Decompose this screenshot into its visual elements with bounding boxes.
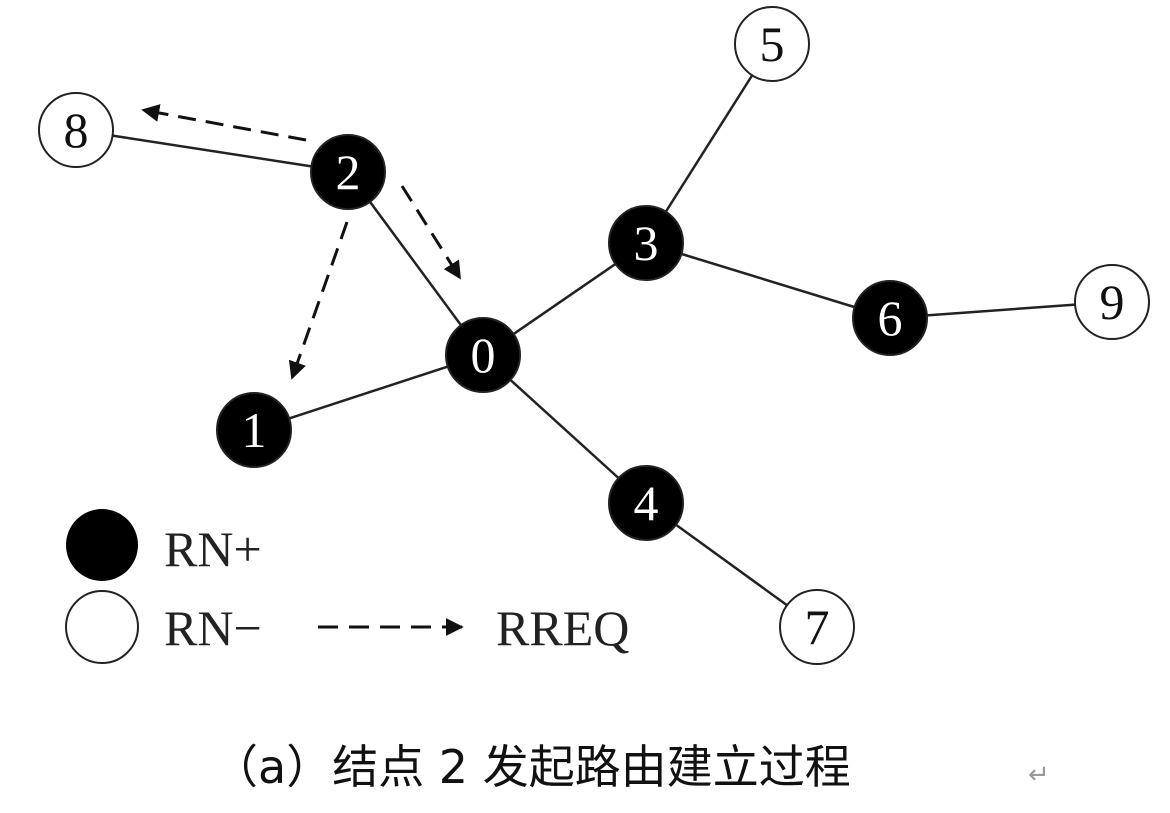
edge-8-2 <box>112 134 312 168</box>
node-3-label: 3 <box>634 215 659 271</box>
node-3: 3 <box>608 205 684 281</box>
node-7: 7 <box>779 589 855 665</box>
node-0-label: 0 <box>471 327 496 383</box>
node-4: 4 <box>608 465 684 541</box>
rreq-arrow-2-to-1 <box>288 221 349 380</box>
edge-2-0 <box>368 201 463 326</box>
node-6-label: 6 <box>878 290 903 346</box>
rreq-arrow-2-to-8 <box>141 104 307 142</box>
node-7-label: 7 <box>805 599 830 655</box>
legend-empty-label: RN− <box>164 600 262 656</box>
legend-filled-label: RN+ <box>164 521 262 577</box>
rreq-arrow-2-to-0 <box>400 185 462 280</box>
node-8-label: 8 <box>64 102 89 158</box>
edge-0-3 <box>512 262 617 336</box>
node-2: 2 <box>310 134 386 210</box>
legend-rreq-label: RREQ <box>496 600 629 656</box>
node-4-label: 4 <box>634 475 659 531</box>
node-0: 0 <box>445 317 521 393</box>
legend: RN+ RN− RREQ <box>65 509 629 664</box>
node-9: 9 <box>1074 264 1150 340</box>
rreq-messages-layer <box>141 104 462 380</box>
paragraph-return-mark: ↵ <box>1028 760 1050 790</box>
edge-1-0 <box>288 365 449 420</box>
edge-6-9 <box>926 303 1076 317</box>
edge-3-6 <box>680 252 856 309</box>
node-8: 8 <box>38 92 114 168</box>
node-9-label: 9 <box>1100 274 1125 330</box>
edge-4-7 <box>675 523 788 607</box>
node-5: 5 <box>734 6 810 82</box>
legend-empty-swatch <box>65 590 139 664</box>
node-6: 6 <box>852 280 928 356</box>
legend-filled-swatch <box>66 509 138 581</box>
node-5-label: 5 <box>760 16 785 72</box>
node-1: 1 <box>216 392 292 468</box>
figure-caption: （a）结点 2 发起路由建立过程 <box>212 740 851 794</box>
network-diagram: 0 1 2 3 4 5 6 7 8 9 RN+ RN− RREQ （a）结点 2 发起路由建立过程… <box>38 6 1150 794</box>
node-1-label: 1 <box>242 402 267 458</box>
edge-0-4 <box>509 378 620 480</box>
edge-3-5 <box>664 74 754 213</box>
node-2-label: 2 <box>336 144 361 200</box>
